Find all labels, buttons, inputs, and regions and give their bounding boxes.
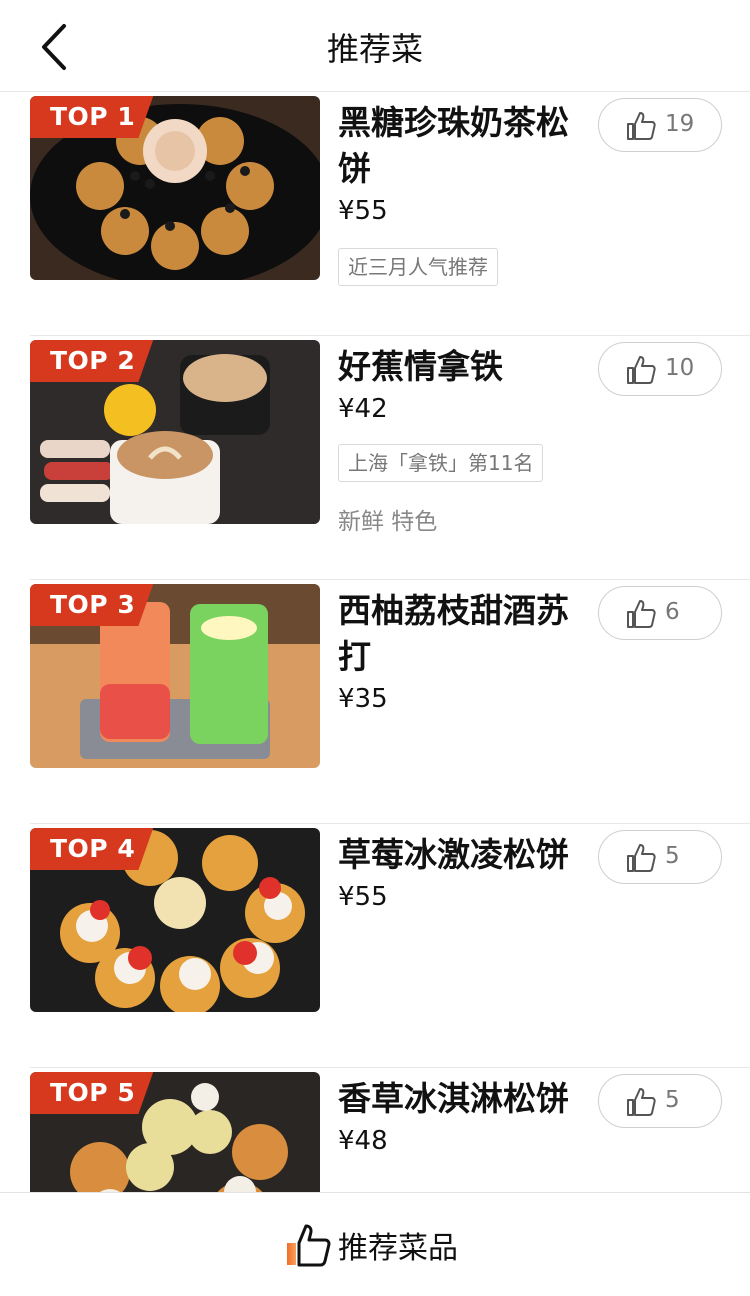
like-count: 10 [665,355,695,381]
dish-item[interactable]: TOP 3 西柚荔枝甜酒苏打 ¥35 6 [0,580,750,824]
dish-name: 西柚荔枝甜酒苏打 [338,591,569,676]
dish-photo[interactable]: TOP 5 [30,1072,320,1192]
dish-list: TOP 1 黑糖珍珠奶茶松饼 ¥55 近三月人气推荐 19 TOP 2 好蕉情拿… [0,92,750,1192]
dish-name: 草莓冰激凌松饼 [338,835,569,874]
rank-badge: TOP 2 [30,340,154,382]
dish-item[interactable]: TOP 2 好蕉情拿铁 ¥42 上海「拿铁」第11名 新鲜 特色 10 [0,336,750,580]
bottom-bar-label: 推荐菜品 [338,1231,458,1266]
dish-name: 黑糖珍珠奶茶松饼 [338,103,569,188]
dish-photo[interactable]: TOP 3 [30,584,320,768]
page-title: 推荐菜 [326,30,423,68]
dish-price: ¥48 [338,1126,388,1156]
like-count: 5 [665,843,680,869]
thumbs-up-icon [627,844,656,872]
rank-badge: TOP 3 [30,584,154,626]
like-count: 5 [665,1087,680,1113]
rank-badge: TOP 4 [30,828,154,870]
like-button[interactable]: 10 [598,342,722,396]
dish-price: ¥55 [338,882,388,912]
dish-item[interactable]: TOP 1 黑糖珍珠奶茶松饼 ¥55 近三月人气推荐 19 [0,92,750,336]
dish-item[interactable]: TOP 5 香草冰淇淋松饼 ¥48 5 [0,1068,750,1192]
like-button[interactable]: 5 [598,1074,722,1128]
rank-badge: TOP 5 [30,1072,154,1114]
thumbs-up-icon [627,1088,656,1116]
like-button[interactable]: 19 [598,98,722,152]
nav-bar: 推荐菜 [0,0,750,92]
like-button[interactable]: 6 [598,586,722,640]
like-button[interactable]: 5 [598,830,722,884]
feature-tags: 新鲜 特色 [338,509,438,535]
dish-name: 香草冰淇淋松饼 [338,1079,569,1118]
dish-name: 好蕉情拿铁 [338,347,503,386]
rank-badge: TOP 1 [30,96,154,138]
ranking-tag: 上海「拿铁」第11名 [338,444,544,482]
thumbs-up-icon [627,112,656,140]
like-count: 19 [665,111,695,137]
dish-photo[interactable]: TOP 1 [30,96,320,280]
ranking-tag: 近三月人气推荐 [338,248,498,286]
like-count: 6 [665,599,680,625]
dish-photo[interactable]: TOP 4 [30,828,320,1012]
thumbs-up-icon [627,356,656,384]
recommend-dish-bar[interactable]: 推荐菜品 [0,1192,750,1296]
dish-photo[interactable]: TOP 2 [30,340,320,524]
thumbs-up-icon [627,600,656,628]
dish-price: ¥35 [338,684,388,714]
dish-item[interactable]: TOP 4 草莓冰激凌松饼 ¥55 5 [0,824,750,1068]
dish-price: ¥55 [338,196,388,226]
thumbs-up-icon [287,1224,331,1267]
dish-price: ¥42 [338,394,388,424]
